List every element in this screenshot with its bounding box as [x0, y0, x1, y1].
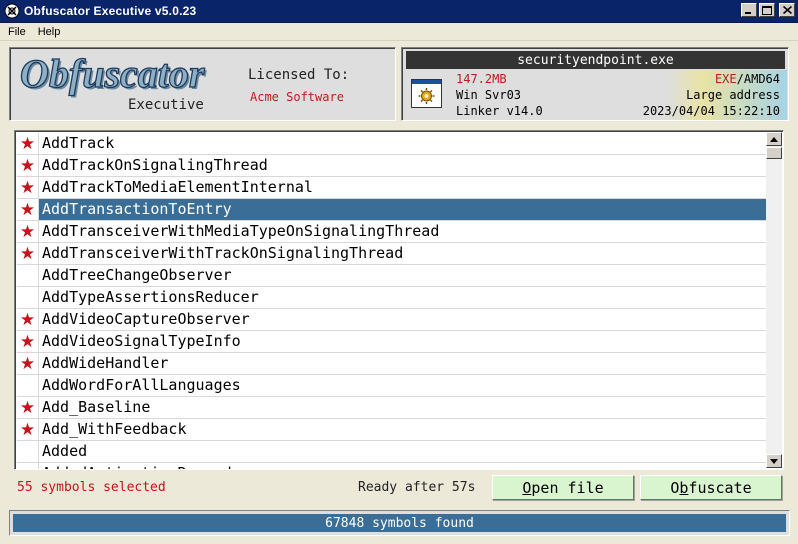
menu-help[interactable]: Help — [32, 26, 67, 38]
symbol-name: AddTrack — [42, 134, 115, 152]
table-row[interactable]: ★ AddTransactionToEntry — [17, 199, 768, 221]
symbol-name: AddVideoCaptureObserver — [42, 310, 250, 328]
symbol-name: AddTrackOnSignalingThread — [42, 156, 268, 174]
edition-label: Executive — [128, 97, 204, 113]
table-row[interactable]: ★ AddTransceiverWithTrackOnSignalingThrea… — [17, 243, 768, 265]
target-os: Win Svr03 — [456, 88, 522, 102]
mark-cell[interactable] — [17, 287, 39, 308]
star-icon[interactable]: ★ — [17, 133, 39, 154]
symbol-name: AddWideHandler — [42, 354, 169, 372]
symbol-name: AddTransactionToEntry — [39, 199, 768, 220]
star-icon[interactable]: ★ — [17, 397, 39, 418]
mark-cell[interactable] — [17, 375, 39, 396]
maximize-button[interactable] — [759, 3, 775, 17]
table-row[interactable]: ★ Add_WithFeedback — [17, 419, 768, 441]
star-icon[interactable]: ★ — [17, 331, 39, 352]
table-row[interactable]: ★ AddVideoCaptureObserver — [17, 309, 768, 331]
menu-file[interactable]: File — [2, 26, 32, 38]
star-icon[interactable]: ★ — [17, 309, 39, 330]
address-mode: Large address — [686, 88, 780, 102]
selected-count: 55 symbols selected — [17, 480, 166, 495]
table-row[interactable]: ★ Add_Baseline — [17, 397, 768, 419]
symbol-name: Add_WithFeedback — [42, 420, 187, 438]
symbols-found: 67848 symbols found — [13, 514, 786, 532]
table-row[interactable]: AddWordForAllLanguages — [17, 375, 768, 397]
symbol-name: AddTransceiverWithTrackOnSignalingThread — [42, 244, 404, 262]
filename-banner: securityendpoint.exe — [406, 51, 785, 69]
file-type-exe: EXE — [714, 72, 737, 86]
symbol-name: Add_Baseline — [42, 398, 151, 416]
table-row[interactable]: AddTypeAssertionsReducer — [17, 287, 768, 309]
open-button-underlined: O — [522, 478, 532, 497]
open-button-rest: pen file — [531, 478, 604, 497]
file-type: EXE/AMD64 — [643, 71, 780, 87]
mark-cell[interactable] — [17, 265, 39, 286]
ready-status: Ready after 57s — [358, 480, 476, 495]
logo: Obfuscator — [19, 51, 205, 96]
license-panel: Obfuscator Executive Licensed To: Acme S… — [9, 47, 396, 121]
table-row[interactable]: ★ AddWideHandler — [17, 353, 768, 375]
table-row[interactable]: Added — [17, 441, 768, 463]
file-info-panel: securityendpoint.exe 147.2MB Win Svr03 L… — [401, 47, 789, 121]
symbol-name: AddTransceiverWithMediaTypeOnSignalingTh… — [42, 222, 440, 240]
file-timestamp: 2023/04/04 15:22:10 — [642, 104, 780, 118]
linker-version: Linker v14.0 — [456, 104, 543, 118]
star-icon[interactable]: ★ — [17, 199, 39, 220]
licensed-to-label: Licensed To: — [248, 67, 350, 83]
title-bar: Obfuscator Executive v5.0.23 — [0, 0, 798, 23]
open-file-button[interactable]: Open file — [492, 475, 634, 500]
star-icon[interactable]: ★ — [17, 177, 39, 198]
star-icon[interactable]: ★ — [17, 221, 39, 242]
window-title: Obfuscator Executive v5.0.23 — [24, 4, 197, 18]
symbol-name: Added — [42, 442, 88, 460]
obf-button-prefix: O — [670, 478, 680, 497]
symbol-name: AddTrackToMediaElementInternal — [42, 178, 313, 196]
file-info-left: 147.2MB Win Svr03 Linker v14.0 — [456, 71, 543, 119]
symbol-name: AddedActivationRecord — [39, 463, 768, 469]
file-type-arch: /AMD64 — [736, 72, 780, 86]
app-icon — [4, 3, 20, 19]
file-info-right: EXE/AMD64 Large address 2023/04/04 15:22… — [643, 71, 780, 119]
menu-bar: File Help — [0, 23, 798, 41]
symbol-rows: ★ AddTrack ★ AddTrackOnSignalingThread ★ AddT… — [17, 133, 768, 469]
status-bar: 67848 symbols found — [9, 510, 790, 536]
table-row[interactable]: ★ AddTransceiverWithMediaTypeOnSignalingT… — [17, 221, 768, 243]
licensee-name: Acme Software — [250, 90, 344, 104]
star-icon[interactable]: ★ — [17, 353, 39, 374]
symbol-name: AddWordForAllLanguages — [42, 376, 241, 394]
obfuscate-button[interactable]: Ob fuscate — [640, 475, 782, 500]
close-button[interactable] — [779, 3, 795, 17]
star-icon[interactable]: ★ — [17, 155, 39, 176]
file-size: 147.2MB — [456, 72, 507, 86]
symbol-name: AddVideoSignalTypeInfo — [42, 332, 241, 350]
symbol-name: AddTreeChangeObserver — [42, 266, 232, 284]
table-row[interactable]: ★ AddTrackToMediaElementInternal — [17, 177, 768, 199]
scroll-up-button[interactable] — [766, 132, 782, 146]
mark-cell[interactable] — [17, 441, 39, 462]
table-row[interactable]: ★ AddVideoSignalTypeInfo — [17, 331, 768, 353]
table-row[interactable]: AddTreeChangeObserver — [17, 265, 768, 287]
vertical-scrollbar[interactable] — [766, 132, 782, 468]
scroll-down-button[interactable] — [766, 454, 782, 468]
table-row[interactable]: ★ AddTrack — [17, 133, 768, 155]
obf-button-underlined: b — [679, 478, 689, 497]
table-row[interactable]: AddedActivationRecord — [17, 463, 768, 469]
obf-button-rest: fuscate — [688, 478, 752, 497]
mark-cell[interactable] — [17, 463, 39, 469]
executable-file-icon — [411, 79, 442, 108]
minimize-button[interactable] — [741, 3, 757, 17]
scroll-thumb[interactable] — [766, 147, 782, 159]
symbol-name: AddTypeAssertionsReducer — [42, 288, 259, 306]
star-icon[interactable]: ★ — [17, 243, 39, 264]
symbol-list[interactable]: ★ AddTrack ★ AddTrackOnSignalingThread ★ AddT… — [14, 130, 784, 470]
table-row[interactable]: ★ AddTrackOnSignalingThread — [17, 155, 768, 177]
star-icon[interactable]: ★ — [17, 419, 39, 440]
